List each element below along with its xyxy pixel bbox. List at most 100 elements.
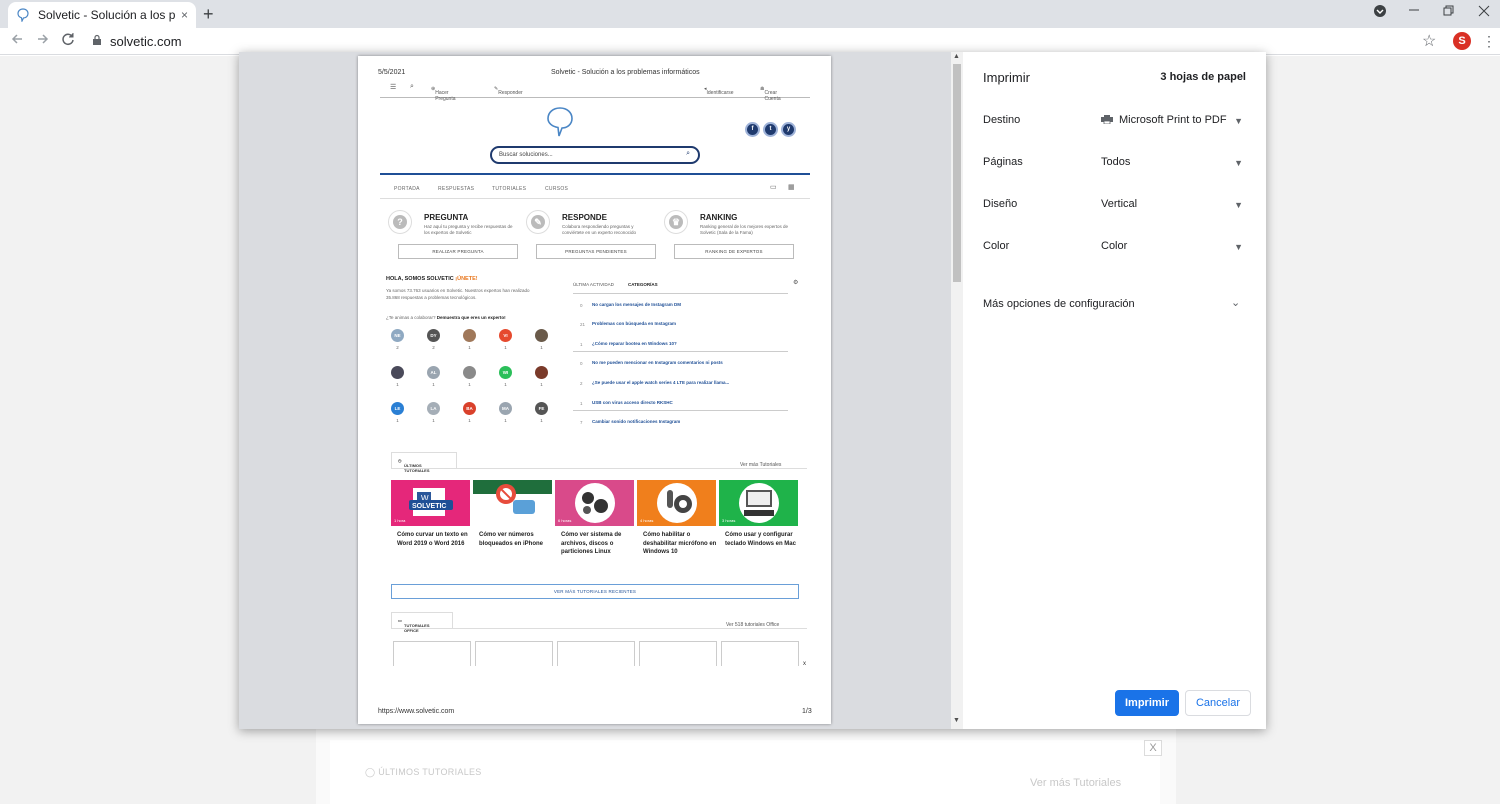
close-icon: x <box>803 661 806 667</box>
expert-avatar <box>463 329 476 342</box>
minimize-icon[interactable] <box>1408 2 1420 19</box>
tab-categories: CATEGORÍAS <box>628 282 658 287</box>
preview-page: 5/5/2021 Solvetic - Solución a los probl… <box>358 56 831 724</box>
more-settings-toggle[interactable]: Más opciones de configuración <box>983 298 1135 310</box>
card-description: Haz aquí tu pregunta y recibe respuestas… <box>424 224 513 235</box>
expert-count: 1 <box>540 345 543 350</box>
scrollbar-thumb[interactable] <box>953 64 961 282</box>
forward-icon[interactable] <box>36 32 50 50</box>
scroll-up-icon[interactable]: ▲ <box>953 53 960 60</box>
youtube-icon: y <box>781 122 796 137</box>
office-more-link: Ver 518 tutoriales Office <box>726 622 780 628</box>
tutorial-title: Cómo curvar un texto en Word 2019 o Word… <box>397 532 468 547</box>
profile-menu-icon[interactable] <box>1373 4 1387 21</box>
pages-select[interactable]: Todos ▼ <box>1101 156 1245 176</box>
hola-text: Ya somos 73.763 usuarios en Solvetic. Nu… <box>386 288 530 300</box>
trophy-icon: ♛ <box>664 210 688 234</box>
new-tab-button[interactable]: + <box>203 4 214 25</box>
site-menu: PORTADA RESPUESTAS TUTORIALES CURSOS ▭ ▦ <box>380 181 810 199</box>
cancel-button[interactable]: Cancelar <box>1185 690 1251 716</box>
expert-avatar: VI <box>499 329 512 342</box>
page-more-tutorials-link[interactable]: Ver más Tutoriales <box>1030 777 1121 789</box>
expert-avatar: DY <box>427 329 440 342</box>
expert-avatar: AL <box>427 366 440 379</box>
tutorial-time: 4 horas <box>640 518 654 523</box>
scroll-down-icon[interactable]: ▼ <box>953 717 960 724</box>
expert-avatar: BA <box>463 402 476 415</box>
expert-avatar: WI <box>499 366 512 379</box>
tutorial-title: Cómo ver números bloqueados en iPhone <box>479 532 544 547</box>
activity-item: ¿Cómo reparar bootea en Windows 10? <box>592 341 677 346</box>
tab-close-icon[interactable]: × <box>181 8 188 22</box>
activity-count: 2 <box>580 381 583 386</box>
card-button: RANKING DE EXPERTOS <box>674 244 794 259</box>
activity-item: No cargan los mensajes de Instagram DM <box>592 302 682 307</box>
activity-count: 0 <box>580 361 583 366</box>
expert-count: 1 <box>432 418 435 423</box>
site-topbar: ☰ ⌕ ⊕ Hacer Pregunta ✎ Responder ◂ Ident… <box>380 82 810 102</box>
tutorial-thumbnail: 4 horas <box>637 480 716 526</box>
profile-avatar[interactable]: S <box>1453 32 1471 50</box>
ask-link: ⊕ Hacer Pregunta <box>431 86 456 102</box>
divider <box>573 410 788 411</box>
tutorial-thumbnail: 6 horas <box>555 480 634 526</box>
bookmark-star-icon[interactable]: ☆ <box>1422 31 1436 51</box>
close-window-icon[interactable] <box>1478 5 1490 20</box>
hola-cta: ¿Te animas a colaborar? Demuestra que er… <box>386 315 506 320</box>
print-preview: 5/5/2021 Solvetic - Solución a los probl… <box>239 52 951 729</box>
printer-icon <box>1101 115 1113 124</box>
tutorial-title: Cómo usar y configurar teclado Windows e… <box>725 532 796 547</box>
color-label: Color <box>983 240 1010 252</box>
layout-label: Diseño <box>983 198 1018 210</box>
address-bar: solvetic.com ☆ S ⋮ <box>0 28 1500 55</box>
browser-menu-icon[interactable]: ⋮ <box>1482 33 1496 50</box>
activity-count: 1 <box>580 342 583 347</box>
expert-count: 1 <box>468 382 471 387</box>
activity-item: No me pueden mencionar en Instagram come… <box>592 360 723 365</box>
expert-count: 1 <box>468 418 471 423</box>
expert-count: 1 <box>540 418 543 423</box>
facebook-icon: f <box>745 122 760 137</box>
tutorial-time: 3 horas <box>722 518 736 523</box>
office-thumbnail <box>475 641 553 666</box>
dropdown-caret-icon: ▼ <box>1234 116 1243 126</box>
dropdown-caret-icon: ▼ <box>1234 158 1243 168</box>
card-pregunta: ? PREGUNTA Haz aquí tu pregunta y recibe… <box>380 206 520 262</box>
activity-item: Cambiar sonido notificaciones Instagram <box>592 419 681 424</box>
page-close-button[interactable]: X <box>1144 740 1162 756</box>
expert-avatar: LA <box>427 402 440 415</box>
site-search-placeholder: Buscar soluciones... <box>499 152 553 158</box>
gear-icon: ⚙ <box>793 280 799 286</box>
chevron-down-icon[interactable]: ⌄ <box>1231 296 1240 309</box>
expert-avatar <box>535 329 548 342</box>
color-select[interactable]: Color ▼ <box>1101 240 1245 260</box>
preview-scrollbar[interactable]: ▲ ▼ <box>951 52 963 729</box>
browser-tab[interactable]: Solvetic - Solución a los problemas info… <box>8 2 196 28</box>
divider <box>380 173 810 175</box>
expert-count: 1 <box>504 345 507 350</box>
back-icon[interactable] <box>10 32 24 50</box>
expert-avatar <box>391 366 404 379</box>
tutorial-time: 6 horas <box>558 518 572 523</box>
expert-count: 1 <box>432 382 435 387</box>
tab-title: Solvetic - Solución a los problemas info… <box>38 8 175 22</box>
tutorials-tab: ◷ ÚLTIMOS TUTORIALES <box>391 452 457 473</box>
tutorial-time: 2 horas <box>476 518 490 523</box>
destination-select[interactable]: Microsoft Print to PDF ▼ <box>1101 114 1245 134</box>
print-button[interactable]: Imprimir <box>1115 690 1179 716</box>
expert-count: 1 <box>504 382 507 387</box>
restore-icon[interactable] <box>1443 5 1455 20</box>
more-recent-tutorials-button: VER MÁS TUTORIALES RECIENTES <box>391 584 799 599</box>
expert-count: 2 <box>432 345 435 350</box>
office-thumbnail <box>393 641 471 666</box>
dropdown-caret-icon: ▼ <box>1234 200 1243 210</box>
url-field[interactable]: solvetic.com <box>110 34 182 49</box>
office-thumbnail <box>721 641 799 666</box>
card-title: RESPONDE <box>562 213 607 222</box>
calendar-icon: ▦ <box>788 184 795 191</box>
tutorial-time: 1 hora <box>394 518 406 523</box>
reload-icon[interactable] <box>61 32 75 50</box>
layout-select[interactable]: Vertical ▼ <box>1101 198 1245 218</box>
login-link: ◂ Identificarse <box>704 86 734 96</box>
expert-count: 2 <box>396 345 399 350</box>
